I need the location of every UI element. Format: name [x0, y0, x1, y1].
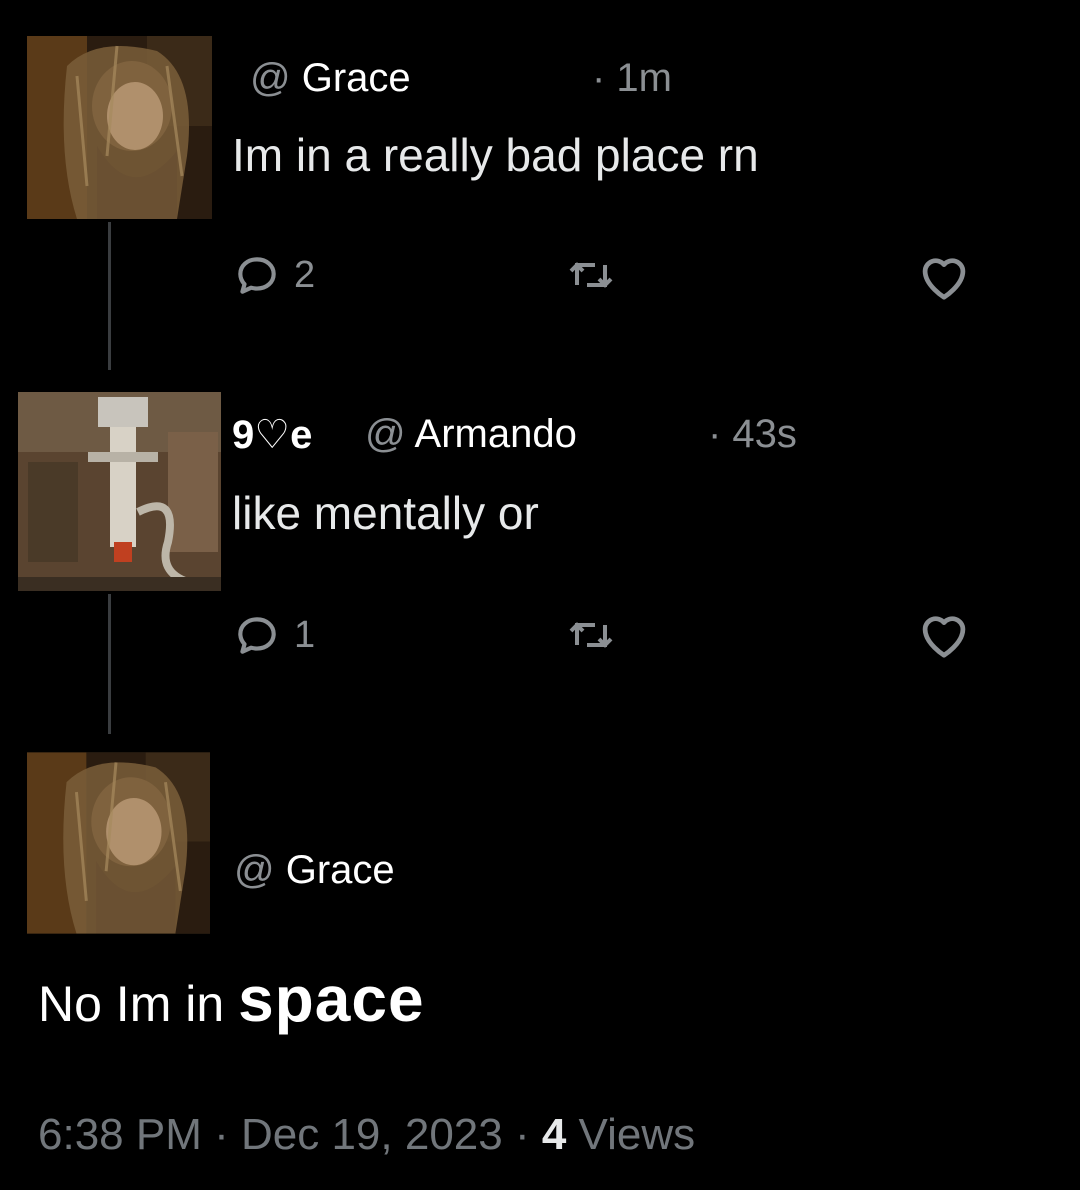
avatar-armando[interactable] [18, 392, 221, 591]
reply-icon [238, 617, 276, 654]
avatar-grace[interactable] [27, 752, 210, 934]
reply-count: 1 [294, 613, 316, 656]
avatar-grace[interactable] [27, 36, 212, 219]
bearded-man-avatar-icon [27, 36, 212, 219]
views-count: 4 [541, 1110, 567, 1159]
username[interactable]: @ Grace [250, 56, 411, 101]
retweet-button[interactable] [565, 250, 617, 300]
display-name[interactable]: 9♡e [232, 412, 312, 458]
timestamp[interactable]: · 1m [592, 56, 672, 101]
thread-line [108, 222, 111, 370]
views-label: Views [566, 1110, 696, 1159]
separator: · [502, 1110, 542, 1159]
post-date[interactable]: Dec 19, 2023 [241, 1110, 503, 1159]
retweet-button[interactable] [565, 610, 617, 660]
tweet-text: No Im in space [38, 962, 425, 1036]
tweet-meta: 6:38 PM · Dec 19, 2023 · 4 Views [38, 1110, 695, 1160]
retweet-icon [569, 262, 613, 288]
like-button[interactable] [915, 608, 973, 660]
reply-button[interactable]: 1 [232, 610, 315, 660]
bearded-man-avatar-icon [27, 752, 210, 934]
reply-icon [238, 257, 276, 294]
tweet-text-prefix: No Im in [38, 976, 239, 1032]
username[interactable]: @ Armando [365, 412, 577, 457]
username[interactable]: @ Grace [234, 848, 395, 893]
like-button[interactable] [915, 250, 973, 302]
thread-line [108, 594, 111, 734]
handle-text: Grace [301, 56, 411, 100]
separator: · [201, 1110, 241, 1159]
retweet-icon [569, 622, 613, 648]
at-sign: @ [250, 56, 291, 100]
at-sign: @ [365, 412, 406, 456]
handle-text: Armando [414, 412, 577, 456]
timestamp[interactable]: · 43s [708, 412, 797, 457]
heart-icon [922, 258, 966, 300]
at-sign: @ [234, 848, 275, 892]
tweet-text-emphasis: space [238, 963, 425, 1035]
reply-button[interactable]: 2 [232, 250, 315, 300]
handle-text: Grace [285, 848, 395, 892]
tweet-text: Im in a really bad place rn [232, 129, 759, 181]
reply-count: 2 [294, 253, 316, 296]
post-time[interactable]: 6:38 PM [38, 1110, 202, 1159]
tweet-text: like mentally or [232, 487, 539, 539]
heart-icon [922, 616, 966, 658]
robot-avatar-icon [18, 392, 221, 591]
